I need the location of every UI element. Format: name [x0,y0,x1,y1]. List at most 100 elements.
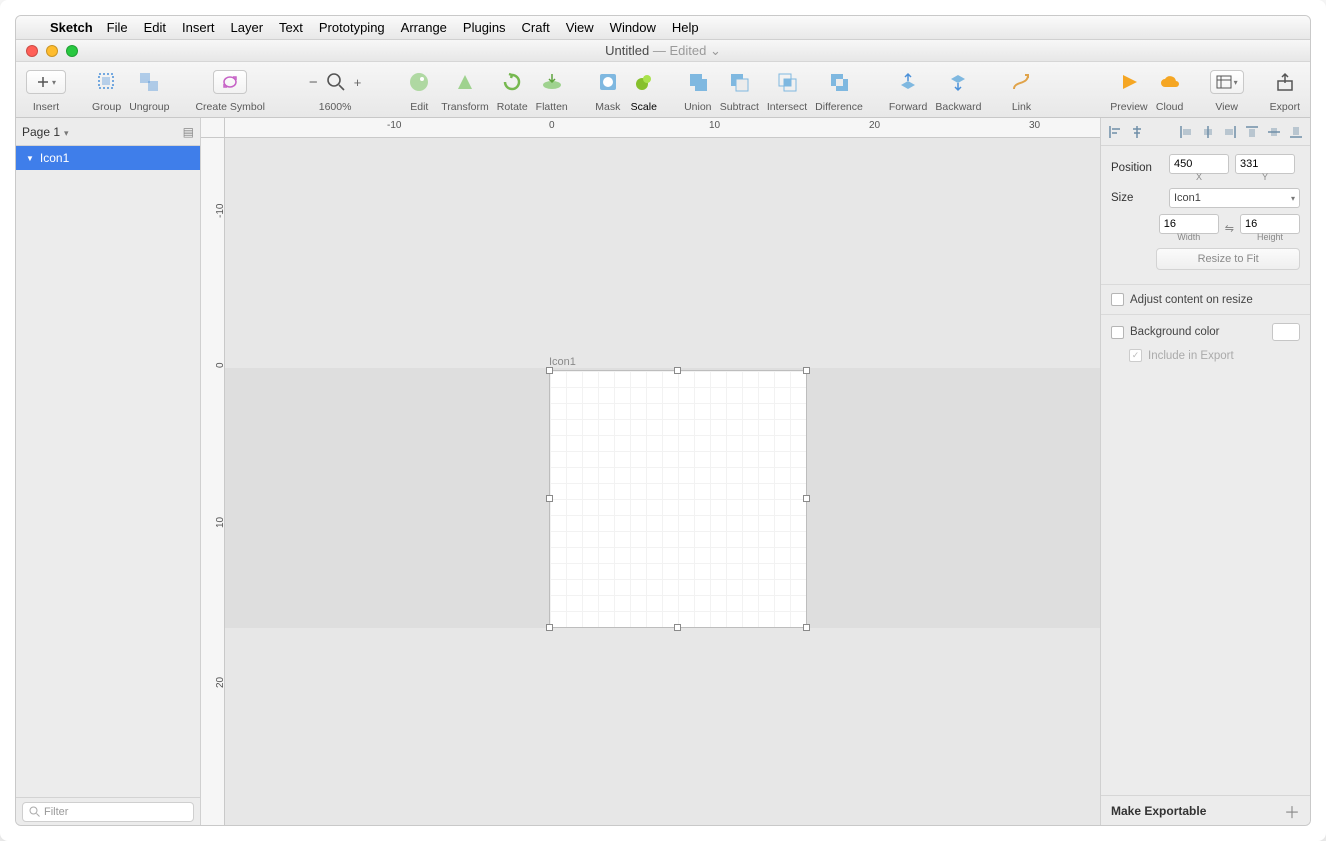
menu-craft[interactable]: Craft [522,20,550,35]
scale-icon[interactable] [630,68,658,96]
layer-item-icon1[interactable]: ▼ Icon1 [16,146,200,170]
size-preset-select[interactable]: Icon1 ▾ [1169,188,1300,208]
subtract-icon[interactable] [725,68,753,96]
resize-handle[interactable] [546,624,553,631]
difference-icon[interactable] [825,68,853,96]
disclosure-triangle-icon[interactable]: ▼ [26,154,34,163]
align-left-icon[interactable] [1107,124,1123,140]
ruler-tick: -10 [387,120,401,131]
document-name: Untitled [605,43,649,58]
vertical-ruler[interactable]: -10 0 10 20 [201,138,225,825]
ruler-tick: 0 [215,362,225,368]
menu-help[interactable]: Help [672,20,699,35]
artboard-label[interactable]: Icon1 [549,356,576,368]
align-center-v-icon[interactable] [1266,124,1282,140]
app-menu[interactable]: Sketch [50,20,93,35]
view-button[interactable]: ▾ [1210,70,1244,94]
resize-to-fit-button[interactable]: Resize to Fit [1156,248,1300,270]
include-export-checkbox[interactable]: ✓ [1129,349,1142,362]
forward-icon[interactable] [894,68,922,96]
mask-icon[interactable] [594,68,622,96]
flatten-icon[interactable] [538,68,566,96]
width-sublabel: Width [1177,232,1200,242]
transform-icon[interactable] [451,68,479,96]
adjust-content-checkbox[interactable]: Adjust content on resize [1111,293,1300,306]
group-label: Group [92,101,121,113]
ruler-origin[interactable] [201,118,225,138]
window-zoom-button[interactable] [66,45,78,57]
menu-prototyping[interactable]: Prototyping [319,20,385,35]
create-symbol-label: Create Symbol [195,101,264,113]
preview-icon[interactable] [1115,68,1143,96]
ruler-tick: 10 [709,120,720,131]
insert-button[interactable]: ▾ [26,70,66,94]
plus-icon[interactable]: ＋ [1284,799,1300,823]
background-color-checkbox[interactable] [1111,326,1124,339]
group-icon[interactable] [93,68,121,96]
page-list-icon[interactable]: ▤ [183,125,194,139]
title-chevron-icon[interactable]: ⌄ [710,43,721,58]
ruler-tick: -10 [215,204,225,218]
rotate-icon[interactable] [498,68,526,96]
window-minimize-button[interactable] [46,45,58,57]
align-center-h-icon[interactable] [1200,124,1216,140]
align-right-edge-icon[interactable] [1222,124,1238,140]
menu-insert[interactable]: Insert [182,20,215,35]
width-input[interactable] [1159,214,1219,234]
menu-edit[interactable]: Edit [144,20,166,35]
menu-file[interactable]: File [107,20,128,35]
filter-input[interactable]: Filter [22,802,194,822]
zoom-icon[interactable] [322,68,350,96]
intersect-icon[interactable] [773,68,801,96]
menu-plugins[interactable]: Plugins [463,20,506,35]
preview-label: Preview [1110,101,1147,113]
page-selector[interactable]: Page 1▾ ▤ [16,118,200,146]
position-x-input[interactable] [1169,154,1229,174]
document-title[interactable]: Untitled — Edited ⌄ [605,43,721,59]
insert-label: Insert [33,101,59,113]
make-exportable-row[interactable]: Make Exportable ＋ [1101,795,1310,825]
zoom-in-button[interactable]: + [354,75,362,90]
export-icon[interactable] [1271,68,1299,96]
menu-text[interactable]: Text [279,20,303,35]
menu-window[interactable]: Window [610,20,656,35]
align-bottom-edge-icon[interactable] [1288,124,1304,140]
edit-icon[interactable] [405,68,433,96]
position-y-input[interactable] [1235,154,1295,174]
resize-handle[interactable] [546,367,553,374]
backward-icon[interactable] [944,68,972,96]
resize-handle[interactable] [674,624,681,631]
resize-handle[interactable] [803,495,810,502]
resize-handle[interactable] [803,624,810,631]
link-icon[interactable] [1007,68,1035,96]
ungroup-icon[interactable] [135,68,163,96]
x-sublabel: X [1196,172,1202,182]
lock-aspect-icon[interactable]: ⇋ [1225,222,1234,235]
create-symbol-button[interactable] [213,70,247,94]
ungroup-label: Ungroup [129,101,169,113]
canvas[interactable]: Icon1 [225,138,1100,825]
zoom-out-button[interactable]: − [309,74,318,91]
resize-handle[interactable] [803,367,810,374]
zoom-level[interactable]: 1600% [319,101,352,113]
cloud-icon[interactable] [1156,68,1184,96]
subtract-label: Subtract [720,101,759,113]
horizontal-ruler[interactable]: -10 0 10 20 30 [225,118,1100,138]
search-icon [29,806,40,817]
background-color-swatch[interactable] [1272,323,1300,341]
align-left-edge-icon[interactable] [1178,124,1194,140]
artboard[interactable] [549,370,807,628]
alignment-bar [1101,118,1310,146]
height-input[interactable] [1240,214,1300,234]
resize-handle[interactable] [674,367,681,374]
union-icon[interactable] [684,68,712,96]
align-hcenter-icon[interactable] [1129,124,1145,140]
menu-view[interactable]: View [566,20,594,35]
window-close-button[interactable] [26,45,38,57]
align-top-edge-icon[interactable] [1244,124,1260,140]
ruler-tick: 20 [215,677,225,688]
position-label: Position [1111,162,1163,174]
resize-handle[interactable] [546,495,553,502]
menu-layer[interactable]: Layer [231,20,264,35]
menu-arrange[interactable]: Arrange [401,20,447,35]
